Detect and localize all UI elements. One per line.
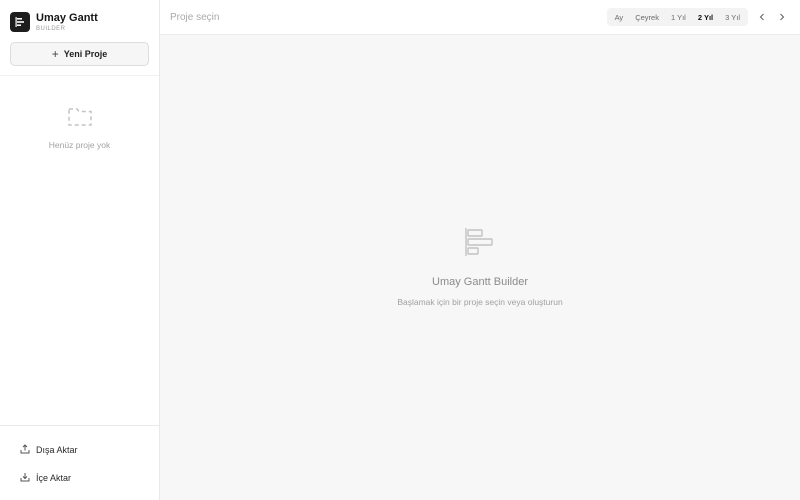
export-label: Dışa Aktar (36, 445, 78, 455)
empty-state: Umay Gantt Builder Başlamak için bir pro… (160, 227, 800, 307)
zoom-option-1-yil[interactable]: 1 Yıl (665, 8, 692, 26)
zoom-option-2-yil[interactable]: 2 Yıl (692, 8, 719, 26)
gantt-logo-icon (10, 12, 30, 32)
sidebar-footer: Dışa Aktar İçe Aktar (0, 425, 159, 500)
zoom-option-ceyrek[interactable]: Çeyrek (629, 8, 665, 26)
download-icon (20, 472, 30, 484)
topbar: Proje seçin Ay Çeyrek 1 Yıl 2 Yıl 3 Yıl (160, 0, 800, 35)
gantt-canvas: Umay Gantt Builder Başlamak için bir pro… (160, 35, 800, 500)
sidebar-divider (0, 75, 159, 76)
empty-state-subtitle: Başlamak için bir proje seçin veya oluşt… (397, 297, 563, 307)
zoom-option-ay[interactable]: Ay (609, 8, 630, 26)
dashed-folder-icon (67, 105, 93, 132)
gantt-chart-icon (464, 227, 496, 262)
brand-title: Umay Gantt (36, 11, 98, 24)
chevron-left-icon[interactable] (754, 9, 770, 25)
empty-projects-text: Henüz proje yok (48, 140, 111, 150)
import-label: İçe Aktar (36, 473, 72, 483)
app-root: Umay Gantt BUILDER + Yeni Proje Henüz pr… (0, 0, 800, 500)
import-button[interactable]: İçe Aktar (0, 464, 159, 492)
new-project-button[interactable]: + Yeni Proje (10, 42, 149, 66)
zoom-option-3-yil[interactable]: 3 Yıl (719, 8, 746, 26)
chevron-right-icon[interactable] (774, 9, 790, 25)
brand-text: Umay Gantt BUILDER (36, 11, 98, 32)
upload-icon (20, 444, 30, 456)
empty-state-title: Umay Gantt Builder (432, 276, 528, 288)
export-button[interactable]: Dışa Aktar (0, 436, 159, 464)
project-select[interactable]: Proje seçin (170, 12, 219, 23)
brand: Umay Gantt BUILDER (0, 0, 159, 34)
new-project-label: Yeni Proje (63, 49, 108, 59)
sidebar: Umay Gantt BUILDER + Yeni Proje Henüz pr… (0, 0, 160, 500)
plus-icon: + (51, 47, 59, 61)
timeline-nav (754, 9, 790, 25)
brand-subtitle: BUILDER (36, 25, 66, 32)
zoom-level-group: Ay Çeyrek 1 Yıl 2 Yıl 3 Yıl (606, 8, 748, 26)
main-panel: Proje seçin Ay Çeyrek 1 Yıl 2 Yıl 3 Yıl (160, 0, 800, 500)
empty-project-list: Henüz proje yok (0, 105, 159, 150)
